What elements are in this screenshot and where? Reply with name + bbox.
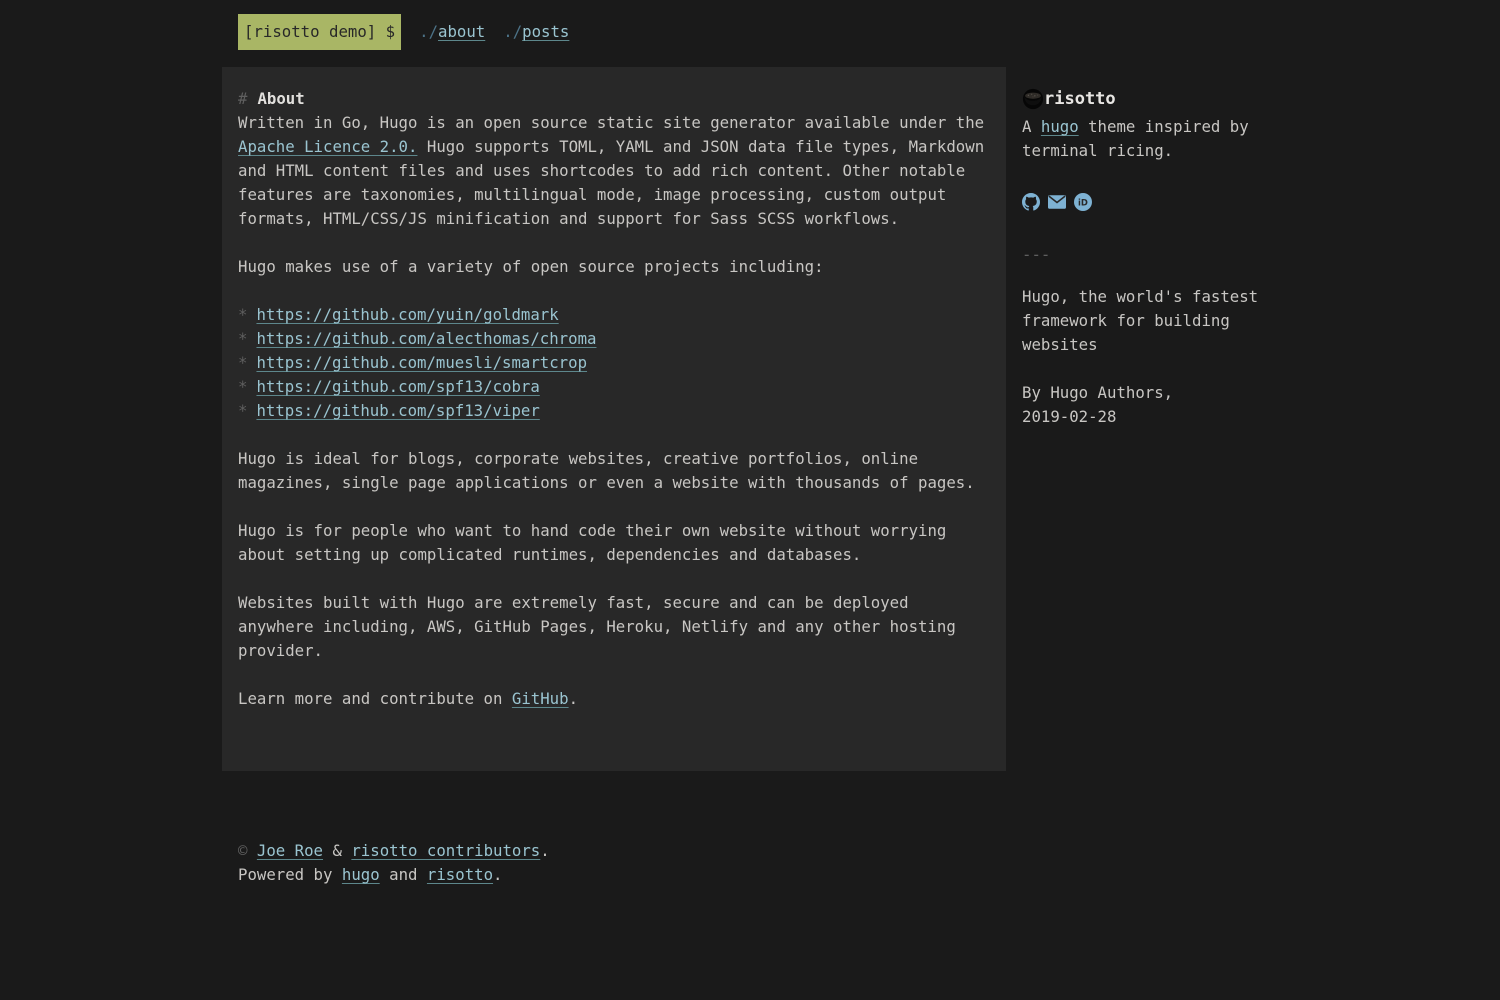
github-link[interactable]: GitHub	[512, 689, 569, 708]
site-prompt-badge[interactable]: [risotto demo] $	[238, 14, 401, 50]
footer: © Joe Roe & risotto contributors. Powere…	[222, 839, 1278, 887]
hugo-link[interactable]: hugo	[1041, 117, 1079, 136]
paragraph-learn-more: Learn more and contribute on GitHub.	[238, 687, 990, 711]
list-item: * https://github.com/spf13/viper	[238, 399, 990, 423]
learn-more-text: Learn more and contribute on	[238, 689, 512, 708]
paragraph-handcode: Hugo is for people who want to hand code…	[238, 519, 990, 567]
nav-prefix: ./	[503, 22, 522, 41]
apache-licence-link[interactable]: Apache Licence 2.0.	[238, 137, 417, 156]
copyright-symbol: ©	[238, 841, 257, 860]
site-title: risotto	[1044, 87, 1116, 111]
list-bullet: *	[238, 353, 247, 372]
page-title: # About	[238, 87, 990, 111]
nav-item-posts[interactable]: ./posts	[503, 20, 569, 44]
tagline-before: A	[1022, 117, 1041, 136]
project-links-list: * https://github.com/yuin/goldmark * https…	[238, 303, 990, 423]
page-grid: # About Written in Go, Hugo is an open so…	[222, 67, 1278, 771]
project-link-goldmark[interactable]: https://github.com/yuin/goldmark	[256, 305, 558, 324]
nav-link-about[interactable]: about	[438, 22, 485, 41]
site-logo-avatar	[1022, 88, 1044, 110]
nav-item-about[interactable]: ./about	[419, 20, 485, 44]
list-item: * https://github.com/spf13/cobra	[238, 375, 990, 399]
project-link-chroma[interactable]: https://github.com/alecthomas/chroma	[256, 329, 596, 348]
sidebar: risotto A hugo theme inspired by termina…	[1022, 67, 1278, 429]
footer-powered-line: Powered by hugo and risotto.	[238, 863, 1278, 887]
list-bullet: *	[238, 377, 247, 396]
footer-period: .	[540, 841, 549, 860]
list-bullet: *	[238, 401, 247, 420]
list-item: * https://github.com/muesli/smartcrop	[238, 351, 990, 375]
footer-copyright-line: © Joe Roe & risotto contributors.	[238, 839, 1278, 863]
paragraph-ideal: Hugo is ideal for blogs, corporate websi…	[238, 447, 990, 495]
footer-period: .	[493, 865, 502, 884]
page-container: [risotto demo] $ ./about ./posts #About …	[222, 0, 1278, 887]
email-icon[interactable]	[1048, 195, 1066, 209]
project-link-smartcrop[interactable]: https://github.com/muesli/smartcrop	[256, 353, 587, 372]
svg-text:iD: iD	[1078, 197, 1088, 207]
hugo-footer-link[interactable]: hugo	[342, 865, 380, 884]
footer-joiner: &	[323, 841, 351, 860]
github-icon[interactable]	[1022, 193, 1040, 211]
risotto-footer-link[interactable]: risotto	[427, 865, 493, 884]
byline-date: 2019-02-28	[1022, 405, 1278, 429]
sidebar-description: Hugo, the world's fastest framework for …	[1022, 285, 1278, 357]
site-title-row: risotto	[1022, 87, 1278, 111]
list-item: * https://github.com/alecthomas/chroma	[238, 327, 990, 351]
learn-more-period: .	[569, 689, 578, 708]
nav-list: ./about ./posts	[401, 14, 569, 50]
footer-and-text: and	[380, 865, 427, 884]
project-link-viper[interactable]: https://github.com/spf13/viper	[256, 401, 539, 420]
paragraph-intro: Written in Go, Hugo is an open source st…	[238, 111, 990, 231]
page: [risotto demo] $ ./about ./posts #About …	[0, 0, 1500, 1000]
page-title-text: About	[257, 89, 304, 108]
paragraph-fast: Websites built with Hugo are extremely f…	[238, 591, 990, 663]
paragraph-projects-intro: Hugo makes use of a variety of open sour…	[238, 255, 990, 279]
social-icon-row: iD	[1022, 193, 1278, 211]
list-bullet: *	[238, 329, 247, 348]
heading-hash-marker: #	[238, 89, 247, 108]
nav-prefix: ./	[419, 22, 438, 41]
orcid-icon[interactable]: iD	[1074, 193, 1092, 211]
site-tagline: A hugo theme inspired by terminal ricing…	[1022, 115, 1278, 163]
byline-author: By Hugo Authors,	[1022, 383, 1173, 402]
intro-text-before: Written in Go, Hugo is an open source st…	[238, 113, 984, 132]
project-link-cobra[interactable]: https://github.com/spf13/cobra	[256, 377, 539, 396]
content-card: # About Written in Go, Hugo is an open so…	[222, 67, 1006, 771]
powered-by-text: Powered by	[238, 865, 342, 884]
list-bullet: *	[238, 305, 247, 324]
list-item: * https://github.com/yuin/goldmark	[238, 303, 990, 327]
top-nav: [risotto demo] $ ./about ./posts	[222, 0, 1278, 50]
contributors-link[interactable]: risotto contributors	[351, 841, 540, 860]
sidebar-separator: ---	[1022, 243, 1278, 267]
sidebar-byline: By Hugo Authors, 2019-02-28	[1022, 381, 1278, 429]
author-link[interactable]: Joe Roe	[257, 841, 323, 860]
nav-link-posts[interactable]: posts	[522, 22, 569, 41]
